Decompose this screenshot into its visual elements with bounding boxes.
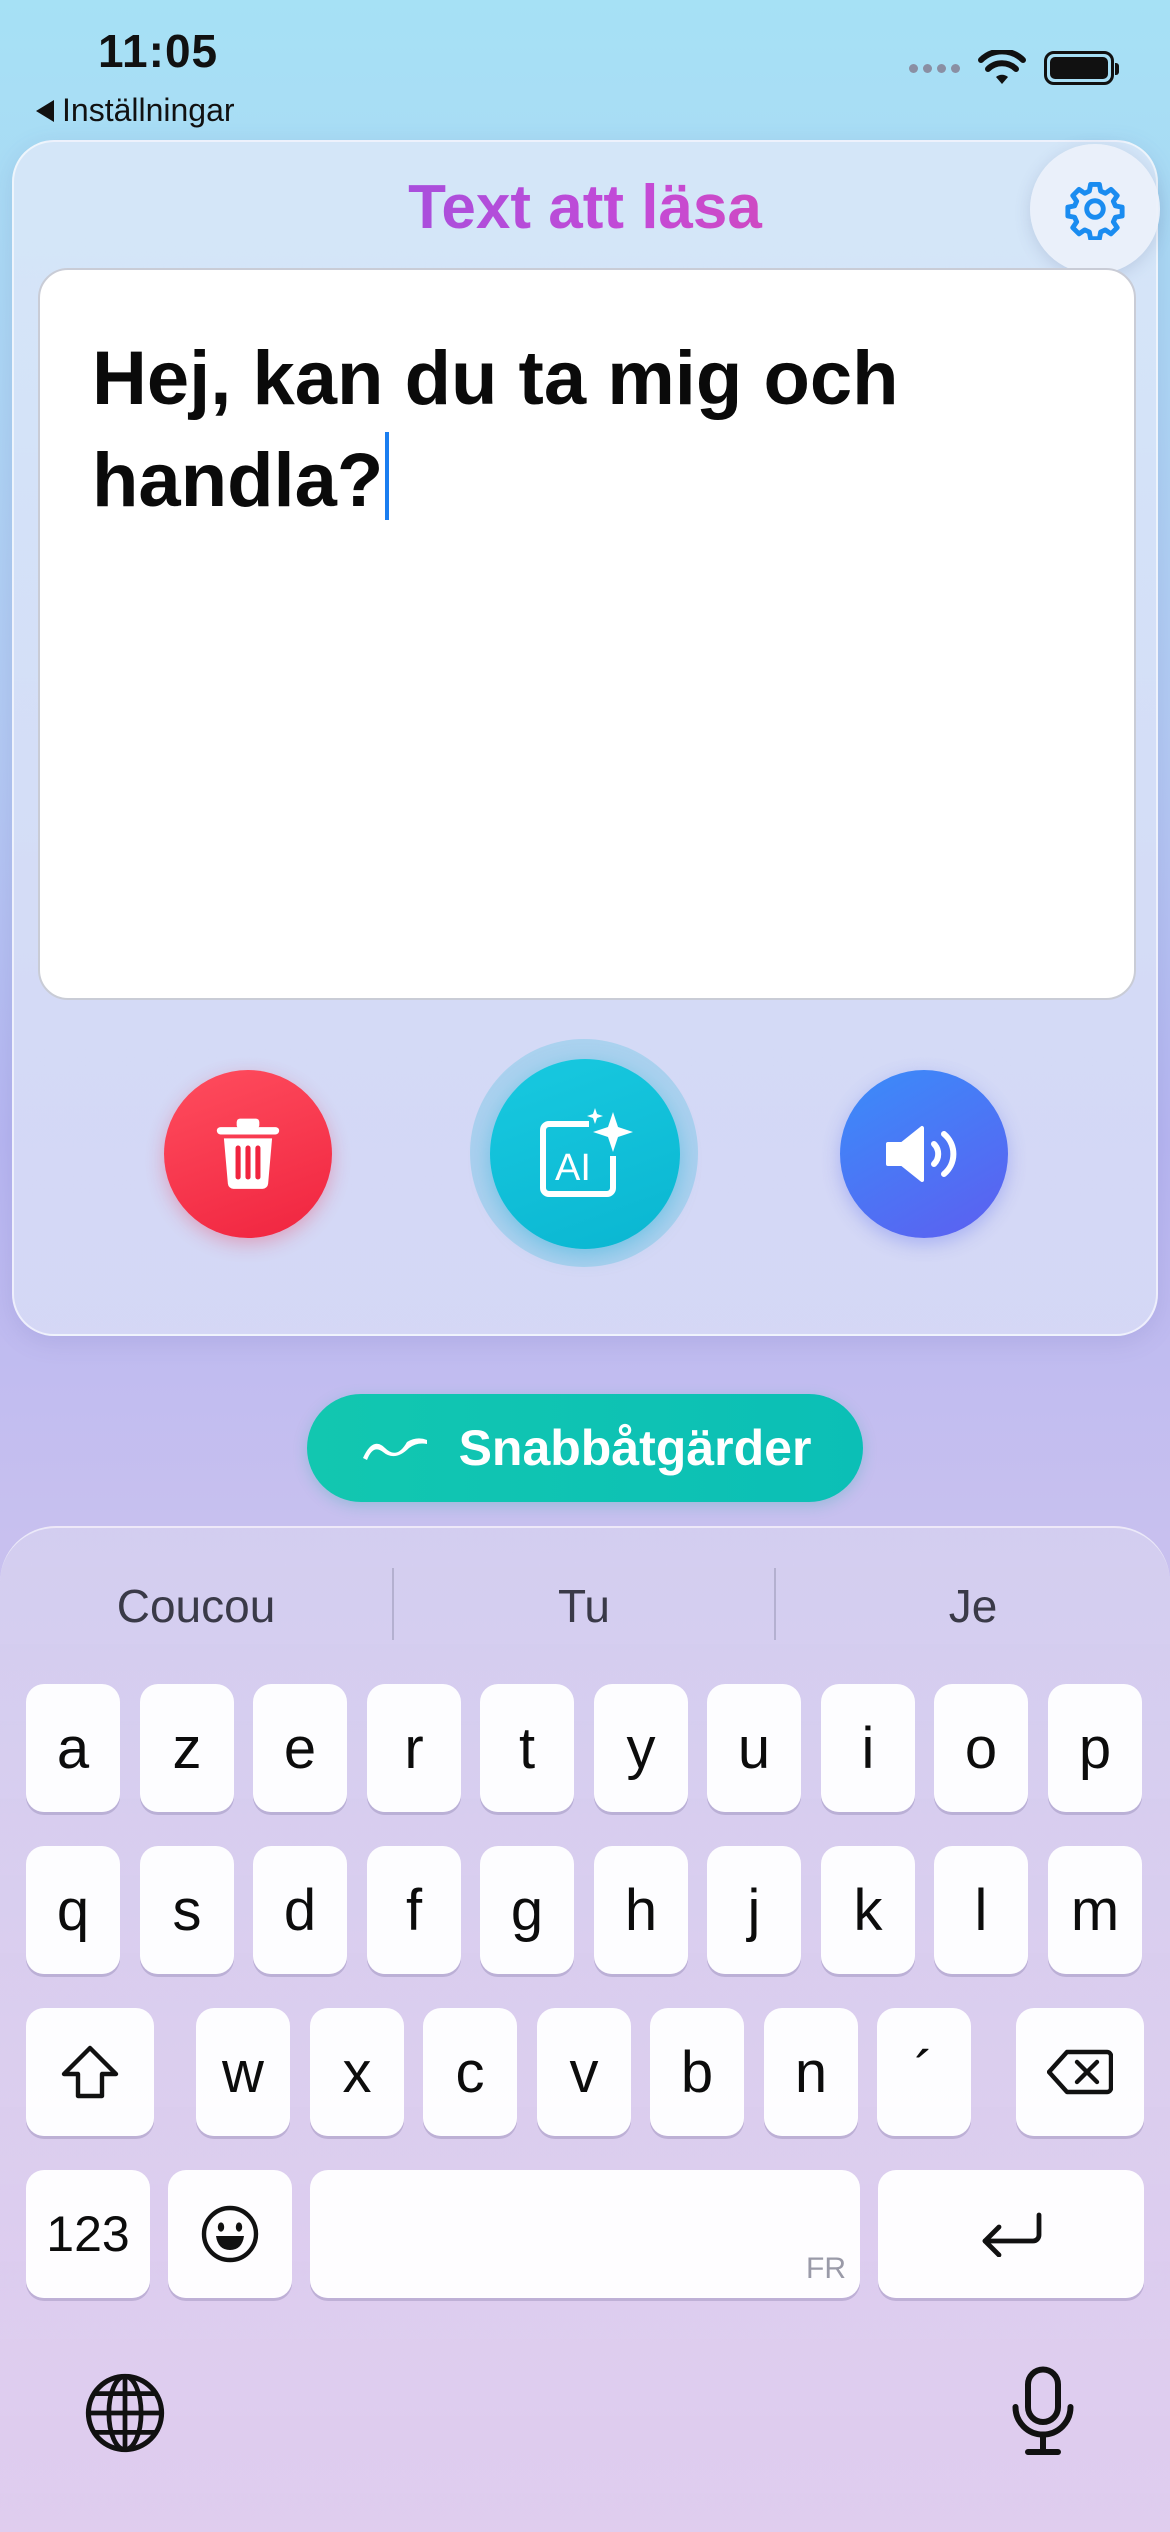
- key-accent[interactable]: ´: [877, 2008, 971, 2136]
- text-card: Text att läsa Hej, kan du ta mig och han…: [12, 140, 1160, 1336]
- key-d[interactable]: d: [253, 1846, 347, 1974]
- backspace-icon: [1047, 2049, 1113, 2095]
- globe-button[interactable]: [82, 2370, 168, 2461]
- key-r[interactable]: r: [367, 1684, 461, 1812]
- key-h[interactable]: h: [594, 1846, 688, 1974]
- numbers-key[interactable]: 123: [26, 2170, 150, 2298]
- key-w[interactable]: w: [196, 2008, 290, 2136]
- key-p[interactable]: p: [1048, 1684, 1142, 1812]
- key-x[interactable]: x: [310, 2008, 404, 2136]
- back-link-label: Inställningar: [62, 92, 235, 128]
- wave-icon: [362, 1438, 427, 1460]
- input-text: Hej, kan du ta mig och handla?: [92, 336, 899, 523]
- key-a[interactable]: a: [26, 1684, 120, 1812]
- key-b[interactable]: b: [650, 2008, 744, 2136]
- speak-button[interactable]: [840, 1070, 1008, 1238]
- speaker-icon: [886, 1126, 957, 1182]
- back-arrow-icon: [36, 99, 54, 122]
- gear-icon: [1065, 182, 1125, 240]
- card-title: Text att läsa: [14, 172, 1156, 243]
- key-n[interactable]: n: [764, 2008, 858, 2136]
- shift-icon: [61, 2045, 119, 2099]
- key-i[interactable]: i: [821, 1684, 915, 1812]
- key-f[interactable]: f: [367, 1846, 461, 1974]
- emoji-key[interactable]: [168, 2170, 292, 2298]
- space-key[interactable]: FR: [310, 2170, 860, 2298]
- key-m[interactable]: m: [1048, 1846, 1142, 1974]
- wifi-icon: [978, 50, 1026, 84]
- battery-icon: [1044, 51, 1119, 85]
- key-z[interactable]: z: [140, 1684, 234, 1812]
- key-y[interactable]: y: [594, 1684, 688, 1812]
- quick-actions-button[interactable]: Snabbåtgärder: [307, 1394, 863, 1502]
- cellular-signal-icon: [909, 63, 960, 73]
- key-j[interactable]: j: [707, 1846, 801, 1974]
- return-key[interactable]: [878, 2170, 1144, 2298]
- key-v[interactable]: v: [537, 2008, 631, 2136]
- back-link[interactable]: Inställningar: [36, 92, 235, 129]
- suggestion-1[interactable]: Coucou: [0, 1566, 392, 1646]
- ai-button[interactable]: AI: [490, 1059, 680, 1249]
- suggestion-2[interactable]: Tu: [394, 1566, 774, 1646]
- keyboard: Coucou Tu Je a z e r t y u i o p q s d f…: [0, 1526, 1170, 2532]
- return-icon: [982, 2212, 1042, 2257]
- key-s[interactable]: s: [140, 1846, 234, 1974]
- ai-sparkle-icon: AI: [540, 1108, 633, 1197]
- settings-button[interactable]: [1030, 144, 1160, 274]
- key-l[interactable]: l: [934, 1846, 1028, 1974]
- quick-actions-label: Snabbåtgärder: [458, 1420, 812, 1476]
- shift-key[interactable]: [26, 2008, 154, 2136]
- svg-text:AI: AI: [555, 1147, 591, 1189]
- key-q[interactable]: q: [26, 1846, 120, 1974]
- dictation-button[interactable]: [1008, 2364, 1078, 2465]
- key-k[interactable]: k: [821, 1846, 915, 1974]
- key-g[interactable]: g: [480, 1846, 574, 1974]
- status-indicators: [909, 50, 1119, 86]
- backspace-key[interactable]: [1016, 2008, 1144, 2136]
- text-input-area[interactable]: Hej, kan du ta mig och handla?: [38, 268, 1136, 1000]
- trash-icon: [216, 1118, 280, 1189]
- globe-icon: [85, 2373, 165, 2453]
- emoji-icon: [201, 2205, 259, 2263]
- key-o[interactable]: o: [934, 1684, 1028, 1812]
- text-caret: [385, 432, 390, 520]
- space-language-label: FR: [806, 2252, 846, 2285]
- suggestion-3[interactable]: Je: [776, 1566, 1170, 1646]
- delete-button[interactable]: [164, 1070, 332, 1238]
- key-e[interactable]: e: [253, 1684, 347, 1812]
- key-t[interactable]: t: [480, 1684, 574, 1812]
- microphone-icon: [1012, 2366, 1074, 2455]
- key-c[interactable]: c: [423, 2008, 517, 2136]
- key-u[interactable]: u: [707, 1684, 801, 1812]
- status-time: 11:05: [98, 25, 219, 77]
